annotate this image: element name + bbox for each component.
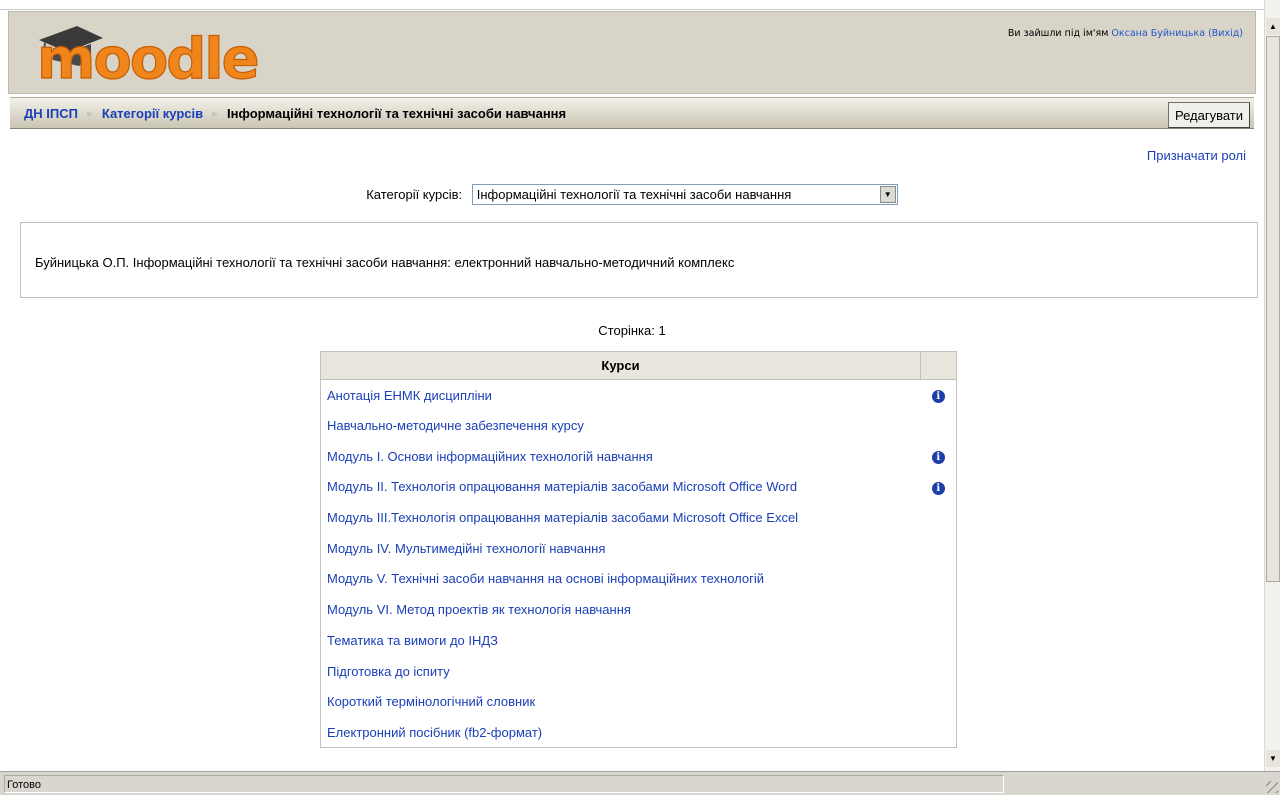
category-selector: Категорії курсів: Інформаційні технологі… [0, 184, 1264, 205]
scrollbar-thumb[interactable] [1266, 36, 1280, 582]
course-info-cell [921, 410, 957, 441]
course-link[interactable]: Тематика та вимоги до ІНДЗ [327, 633, 498, 648]
login-prefix: Ви зайшли під ім'ям [1007, 28, 1112, 39]
course-info-cell [921, 686, 957, 717]
table-row: Модуль IV. Мультимедійні технології навч… [321, 533, 957, 564]
courses-list: Анотація ЕНМК дисципліни i Навчально-метод… [321, 380, 957, 748]
table-header-row: Курси [320, 351, 957, 380]
course-info-cell [921, 594, 957, 625]
info-icon[interactable]: i [931, 390, 945, 404]
page-header: moodle Ви зайшли під ім'ям Оксана Буйниц… [8, 11, 1256, 94]
table-row: Навчально-методичне забезпечення курсу [321, 410, 957, 441]
course-link[interactable]: Модуль ІІ. Технологія опрацювання матері… [327, 479, 797, 494]
breadcrumb-current: Інформаційні технології та технічні засо… [227, 106, 567, 121]
course-name-cell: Тематика та вимоги до ІНДЗ [321, 625, 921, 656]
breadcrumb: ДН ІПСП ► Категорії курсів ► Інформаційні те… [24, 106, 566, 121]
breadcrumb-home[interactable]: ДН ІПСП [24, 106, 78, 121]
resize-grip-icon[interactable] [1266, 781, 1278, 793]
info-icon[interactable]: i [931, 451, 945, 465]
course-link[interactable]: Модуль VІ. Метод проектів як технологія … [327, 602, 631, 617]
course-info-cell: i [921, 380, 957, 411]
course-info-cell [921, 564, 957, 595]
table-row: Модуль VІ. Метод проектів як технологія … [321, 594, 957, 625]
course-name-cell: Анотація ЕНМК дисципліни [321, 380, 921, 411]
category-label: Категорії курсів: [366, 187, 463, 202]
course-link[interactable]: Модуль IV. Мультимедійні технології навч… [327, 541, 605, 556]
table-row: Модуль ІІ. Технологія опрацювання матері… [321, 472, 957, 503]
paging-bar: Сторінка: 1 [598, 323, 666, 338]
category-dropdown[interactable]: Інформаційні технології та технічні засо… [471, 184, 898, 205]
assign-roles-link[interactable]: Призначати ролі [1147, 148, 1246, 163]
course-info-cell [921, 625, 957, 656]
course-link[interactable]: Підготовка до іспиту [327, 664, 450, 679]
course-info-cell: i [921, 472, 957, 503]
table-row: Анотація ЕНМК дисципліни i [321, 380, 957, 411]
course-name-cell: Модуль VІ. Метод проектів як технологія … [321, 594, 921, 625]
course-name-cell: Модуль ІІІ.Технологія опрацювання матері… [321, 502, 921, 533]
browser-viewport: moodle Ви зайшли під ім'ям Оксана Буйниц… [0, 0, 1264, 771]
course-name-cell: Підготовка до іспиту [321, 656, 921, 687]
table-row: Тематика та вимоги до ІНДЗ [321, 625, 957, 656]
category-description: Буйницька О.П. Інформаційні технології т… [20, 222, 1258, 298]
user-name-link[interactable]: Оксана Буйницька [1111, 28, 1205, 39]
course-name-cell: Короткий термінологічний словник [321, 686, 921, 717]
course-info-cell [921, 717, 957, 748]
course-name-cell: Модуль І. Основи інформаційних технологі… [321, 441, 921, 472]
login-info: Ви зайшли під ім'ям Оксана Буйницька (Ви… [1008, 28, 1243, 39]
edit-button[interactable]: Редагувати [1167, 102, 1250, 128]
table-row: Модуль І. Основи інформаційних технологі… [321, 441, 957, 472]
logo-text: moodle [37, 27, 258, 86]
moodle-logo[interactable]: moodle [33, 16, 293, 93]
info-icon[interactable]: i [931, 481, 945, 495]
course-link[interactable]: Короткий термінологічний словник [327, 694, 535, 709]
dropdown-arrow-icon[interactable]: ▼ [879, 186, 896, 203]
course-name-cell: Електронний посібник (fb2-формат) [321, 717, 921, 748]
course-info-cell: i [921, 441, 957, 472]
status-text: Готово [4, 775, 1004, 793]
course-info-cell [921, 656, 957, 687]
table-row: Електронний посібник (fb2-формат) [321, 717, 957, 748]
course-link[interactable]: Анотація ЕНМК дисципліни [327, 388, 492, 403]
courses-table: Курси Анотація ЕНМК дисципліни i Навчально… [320, 351, 957, 749]
scroll-down-icon[interactable]: ▼ [1266, 750, 1280, 767]
course-info-cell [921, 502, 957, 533]
breadcrumb-separator-icon: ► [210, 109, 221, 120]
top-border [0, 0, 1264, 10]
course-link[interactable]: Навчально-методичне забезпечення курсу [327, 418, 584, 433]
table-row: Модуль ІІІ.Технологія опрацювання матері… [321, 502, 957, 533]
table-row: Короткий термінологічний словник [321, 686, 957, 717]
breadcrumb-separator-icon: ► [84, 109, 95, 120]
course-name-cell: Модуль ІІ. Технологія опрацювання матері… [321, 472, 921, 503]
info-column-header [920, 351, 957, 380]
table-row: Модуль V. Технічні засоби навчання на ос… [321, 564, 957, 595]
course-name-cell: Навчально-методичне забезпечення курсу [321, 410, 921, 441]
table-row: Підготовка до іспиту [321, 656, 957, 687]
description-text: Буйницька О.П. Інформаційні технології т… [35, 255, 735, 270]
category-selected-value: Інформаційні технології та технічні засо… [476, 187, 792, 202]
vertical-scrollbar[interactable]: ▲ ▼ [1264, 0, 1280, 771]
scroll-up-icon[interactable]: ▲ [1266, 18, 1280, 35]
course-name-cell: Модуль IV. Мультимедійні технології навч… [321, 533, 921, 564]
course-info-cell [921, 533, 957, 564]
browser-status-bar: Готово [0, 771, 1280, 795]
logout-link[interactable]: (Вихід) [1208, 28, 1243, 39]
course-link[interactable]: Електронний посібник (fb2-формат) [327, 725, 542, 740]
course-link[interactable]: Модуль V. Технічні засоби навчання на ос… [327, 571, 764, 586]
course-link[interactable]: Модуль І. Основи інформаційних технологі… [327, 449, 653, 464]
courses-column-header: Курси [320, 351, 921, 380]
breadcrumb-course-categories[interactable]: Категорії курсів [102, 106, 203, 121]
course-link[interactable]: Модуль ІІІ.Технологія опрацювання матері… [327, 510, 798, 525]
navigation-bar: ДН ІПСП ► Категорії курсів ► Інформаційні те… [10, 97, 1254, 129]
course-name-cell: Модуль V. Технічні засоби навчання на ос… [321, 564, 921, 595]
